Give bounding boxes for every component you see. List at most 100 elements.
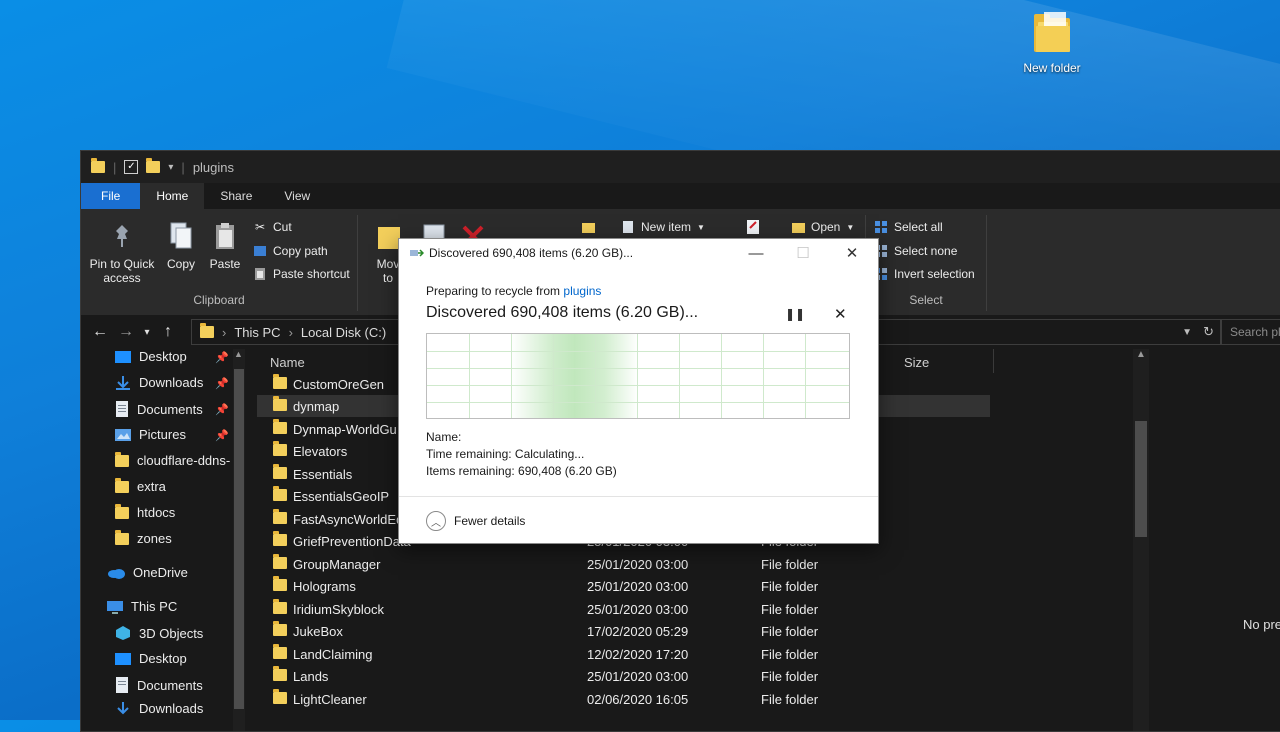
nav-item-pc-desktop[interactable]: Desktop bbox=[115, 651, 187, 666]
file-date: 25/01/2020 03:00 bbox=[587, 668, 689, 684]
name-label: Name: bbox=[426, 430, 462, 444]
nav-item-desktop[interactable]: Desktop bbox=[115, 349, 187, 364]
copy-path-label: Copy path bbox=[273, 244, 328, 258]
folder-icon bbox=[115, 477, 129, 493]
select-group-title: Select bbox=[909, 293, 943, 307]
folder-icon bbox=[1034, 12, 1070, 52]
customize-toolbar-icon[interactable]: ▾ bbox=[168, 162, 173, 173]
pin-to-quick-access-button[interactable]: Pin to Quick access bbox=[87, 215, 157, 285]
documents-icon bbox=[116, 677, 128, 693]
close-button[interactable]: ✕ bbox=[829, 242, 875, 264]
open-folder-icon bbox=[791, 220, 805, 234]
nav-item-pc-documents[interactable]: Documents bbox=[115, 677, 203, 693]
nav-scrollbar[interactable]: ▲ bbox=[233, 349, 245, 731]
file-name: EssentialsGeoIP bbox=[293, 488, 390, 504]
new-item-button[interactable]: New item ▼ bbox=[621, 220, 705, 234]
table-row[interactable]: IridiumSkyblock 25/01/2020 03:00 File fo… bbox=[257, 598, 990, 620]
scissors-icon: ✂ bbox=[254, 220, 266, 234]
breadcrumb-this-pc[interactable]: This PC bbox=[234, 325, 280, 340]
table-row[interactable]: Lands 25/01/2020 03:00 File folder bbox=[257, 665, 990, 687]
nav-item-onedrive[interactable]: OneDrive bbox=[107, 565, 188, 580]
pause-button[interactable]: ❚❚ bbox=[785, 307, 805, 321]
preparing-text: Preparing to recycle from plugins bbox=[426, 284, 601, 298]
nav-item-label: cloudflare-ddns- bbox=[137, 453, 231, 468]
column-header-size[interactable]: Size bbox=[904, 355, 929, 370]
cut-button[interactable]: ✂ Cut bbox=[253, 220, 292, 234]
nav-item-pictures[interactable]: Pictures bbox=[115, 427, 186, 442]
tab-home[interactable]: Home bbox=[140, 183, 205, 209]
nav-item-3d-objects[interactable]: 3D Objects bbox=[115, 625, 203, 641]
file-date: 25/01/2020 03:00 bbox=[587, 601, 689, 617]
paste-button[interactable]: Paste bbox=[205, 215, 245, 271]
column-separator[interactable] bbox=[993, 349, 994, 373]
forward-button[interactable]: → bbox=[113, 323, 139, 341]
folder-icon bbox=[273, 486, 287, 501]
table-row[interactable]: LandClaiming 12/02/2020 17:20 File folde… bbox=[257, 643, 990, 665]
new-folder-icon[interactable] bbox=[146, 158, 161, 173]
copy-label: Copy bbox=[166, 257, 195, 271]
nav-item-downloads[interactable]: Downloads bbox=[115, 375, 203, 390]
graph-gridline bbox=[721, 334, 722, 418]
tab-file[interactable]: File bbox=[81, 183, 141, 209]
separator: | bbox=[113, 159, 117, 175]
recent-locations-button[interactable]: ▾ bbox=[139, 327, 155, 338]
table-row[interactable]: GroupManager 25/01/2020 03:00 File folde… bbox=[257, 553, 990, 575]
nav-item-zones[interactable]: zones bbox=[115, 529, 172, 546]
tab-share[interactable]: Share bbox=[204, 183, 268, 209]
column-header-name[interactable]: Name bbox=[270, 355, 305, 370]
folder-icon bbox=[115, 529, 129, 545]
nav-item-this-pc[interactable]: This PC bbox=[107, 599, 177, 614]
separator: | bbox=[181, 159, 185, 175]
address-dropdown-icon[interactable]: ▼ bbox=[1182, 327, 1192, 338]
desktop-new-folder[interactable]: New folder bbox=[1010, 8, 1094, 75]
chevron-up-icon[interactable]: ▲ bbox=[1136, 349, 1146, 360]
table-row[interactable]: Holograms 25/01/2020 03:00 File folder bbox=[257, 575, 990, 597]
select-group: Select all Select none Invert selection … bbox=[865, 215, 987, 311]
copy-button[interactable]: Copy bbox=[161, 215, 201, 271]
properties-icon[interactable]: ✓ bbox=[124, 160, 139, 174]
computer-icon bbox=[107, 600, 123, 614]
open-button[interactable]: Open ▼ bbox=[791, 220, 854, 234]
nav-item-pc-downloads[interactable]: Downloads bbox=[115, 701, 203, 716]
tab-view[interactable]: View bbox=[268, 183, 326, 209]
folder-icon bbox=[273, 419, 287, 434]
nav-item-htdocs[interactable]: htdocs bbox=[115, 503, 176, 520]
progress-headline: Discovered 690,408 items (6.20 GB)... bbox=[426, 304, 699, 321]
file-list-scrollbar[interactable]: ▲ bbox=[1133, 349, 1149, 731]
nav-item-extra[interactable]: extra bbox=[115, 477, 166, 494]
nav-item-cloudflare[interactable]: cloudflare-ddns- bbox=[115, 451, 231, 468]
delete-progress-dialog: Discovered 690,408 items (6.20 GB)... — … bbox=[398, 238, 879, 544]
nav-scrollbar-thumb[interactable] bbox=[234, 369, 244, 709]
refresh-icon[interactable]: ↻ bbox=[1203, 324, 1214, 340]
folder-icon bbox=[115, 503, 129, 519]
folder-icon bbox=[91, 158, 105, 173]
paste-shortcut-button[interactable]: Paste shortcut bbox=[253, 267, 350, 281]
search-input[interactable]: Search pl bbox=[1221, 319, 1280, 345]
select-all-button[interactable]: Select all bbox=[874, 220, 943, 234]
graph-gridline bbox=[427, 368, 849, 369]
up-button[interactable]: ↑ bbox=[155, 323, 181, 341]
file-name: Essentials bbox=[293, 466, 353, 482]
table-row[interactable]: LightCleaner 02/06/2020 16:05 File folde… bbox=[257, 688, 990, 710]
table-row[interactable]: JukeBox 17/02/2020 05:29 File folder bbox=[257, 620, 990, 642]
chevron-up-icon[interactable]: ▲ bbox=[234, 349, 243, 359]
minimize-button[interactable]: — bbox=[733, 242, 779, 264]
nav-item-documents[interactable]: Documents bbox=[115, 401, 203, 417]
fewer-details-button[interactable]: ︿ Fewer details bbox=[426, 511, 525, 531]
back-button[interactable]: ← bbox=[87, 323, 113, 341]
file-date: 17/02/2020 05:29 bbox=[587, 623, 689, 639]
new-item-icon bbox=[621, 220, 635, 234]
properties-button[interactable] bbox=[745, 220, 759, 234]
source-folder-link[interactable]: plugins bbox=[563, 284, 601, 298]
cancel-operation-button[interactable]: ✕ bbox=[834, 305, 847, 323]
copy-path-button[interactable]: Copy path bbox=[253, 244, 328, 258]
dialog-title-bar: Discovered 690,408 items (6.20 GB)... — … bbox=[399, 239, 878, 267]
select-none-button[interactable]: Select none bbox=[874, 244, 957, 258]
clipboard-group-title: Clipboard bbox=[193, 293, 245, 307]
file-list-scrollbar-thumb[interactable] bbox=[1135, 421, 1147, 537]
file-name: LightCleaner bbox=[293, 691, 367, 707]
nav-item-label: htdocs bbox=[137, 505, 176, 520]
breadcrumb-local-disk[interactable]: Local Disk (C:) bbox=[301, 325, 386, 340]
invert-selection-button[interactable]: Invert selection bbox=[874, 267, 975, 281]
new-folder-button[interactable] bbox=[581, 220, 595, 234]
